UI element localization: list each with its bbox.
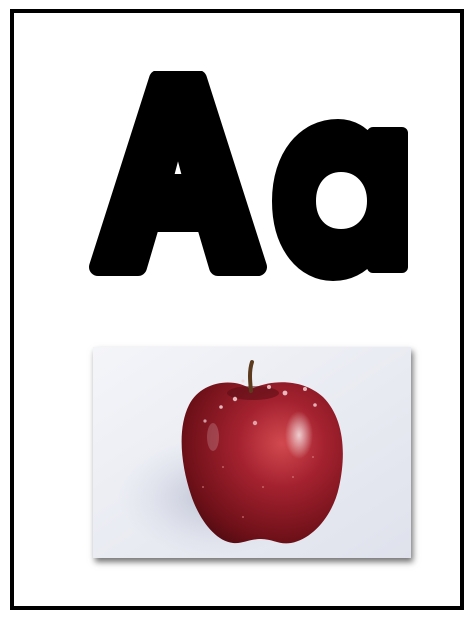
- lowercase-a: [272, 119, 408, 281]
- uppercase-a: [89, 71, 267, 276]
- letter-pair-Aa: [88, 71, 418, 283]
- letters-graphic: [89, 71, 408, 281]
- apple-illustration: [93, 347, 411, 558]
- alphabet-flashcard: [10, 9, 464, 610]
- apple-photo: [93, 347, 411, 558]
